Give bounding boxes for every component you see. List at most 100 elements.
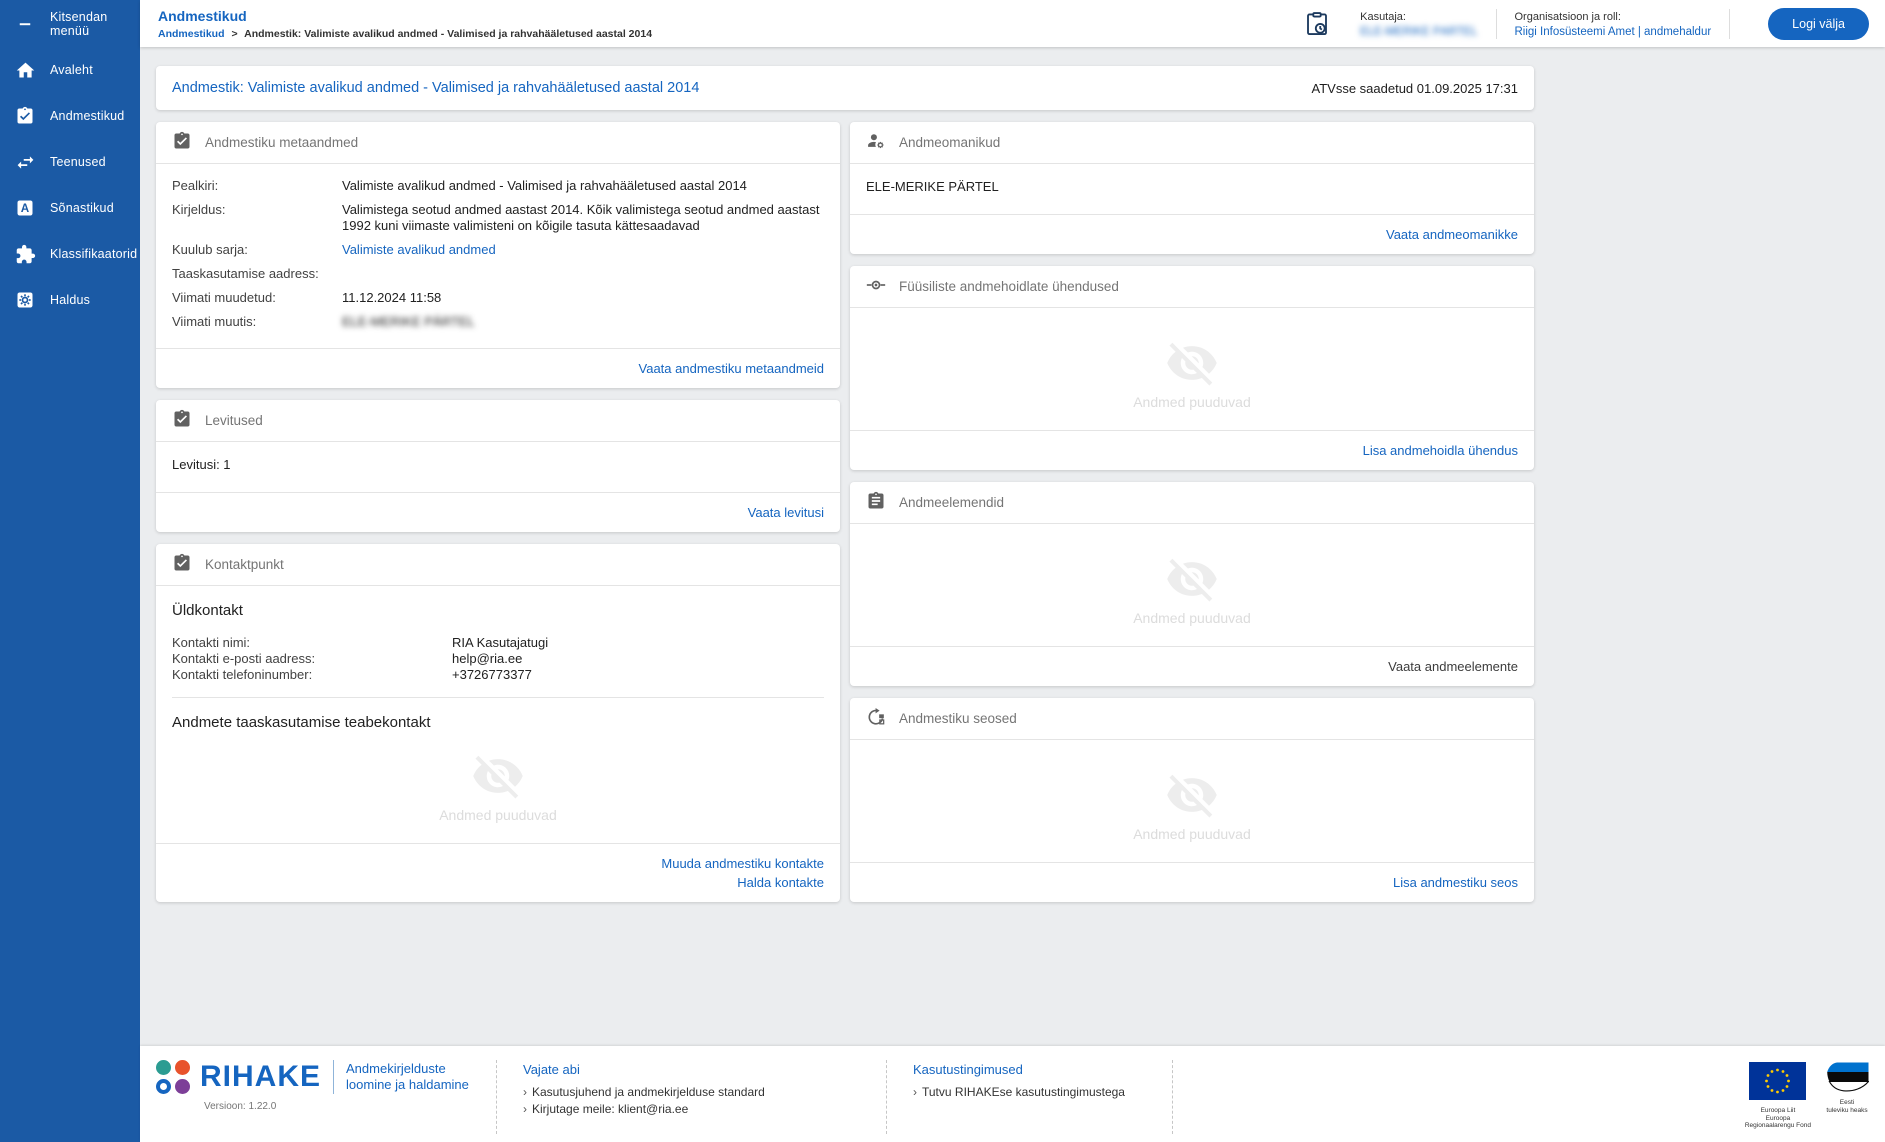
- eye-off-icon: [1167, 342, 1217, 386]
- dataset-relations-card: Andmestiku seosed Andmed puuduvad Lisa a…: [850, 698, 1534, 902]
- eu-logo-caption: Euroopa Liit Euroopa Regionaalarengu Fon…: [1744, 1107, 1811, 1129]
- field-label: Kontakti e-posti aadress:: [172, 651, 316, 666]
- user-name: ELE-MERIKE PÄRTEL: [1360, 26, 1478, 38]
- breadcrumb-root-link[interactable]: Andmestikud: [158, 28, 225, 40]
- terms-heading[interactable]: Kasutustingimused: [913, 1062, 1144, 1077]
- owners-card: Andmeomanikud ELE-MERIKE PÄRTEL Vaata an…: [850, 122, 1534, 254]
- eye-off-icon: [1167, 774, 1217, 818]
- manage-contacts-link[interactable]: Halda kontakte: [737, 873, 824, 892]
- topbar-right: Kasutaja: ELE-MERIKE PÄRTEL Organisatsio…: [1304, 0, 1869, 47]
- contact-card: Kontaktpunkt Üldkontakt Kontakti nimi: R…: [156, 544, 840, 902]
- datasets-icon: [13, 106, 37, 126]
- app-root: Kitsendan menüü Avaleht Andmestikud Teen…: [0, 0, 1885, 1142]
- storage-card-footer: Lisa andmehoidla ühendus: [850, 430, 1534, 470]
- field-row: Kontakti e-posti aadress: help@ria.ee: [172, 651, 824, 667]
- sidebar-item-dictionaries[interactable]: A Sõnastikud: [0, 185, 140, 231]
- contact-card-body: Üldkontakt Kontakti nimi: RIA Kasutajatu…: [156, 586, 840, 843]
- organisation-block: Organisatsioon ja roll: Riigi Infosüstee…: [1515, 9, 1712, 38]
- atv-sent-status: ATVsse saadetud 01.09.2025 17:31: [1311, 80, 1518, 96]
- storage-card-header: Füüsiliste andmehoidlate ühendused: [850, 266, 1534, 308]
- sidebar-item-administration[interactable]: Haldus: [0, 277, 140, 323]
- field-label: Pealkiri:: [172, 178, 219, 193]
- view-data-elements-link[interactable]: Vaata andmeelemente: [1388, 657, 1518, 676]
- empty-state-text: Andmed puuduvad: [439, 807, 557, 823]
- connection-node-icon: [866, 275, 886, 298]
- sidebar-item-label: Kitsendan menüü: [50, 10, 108, 38]
- breadcrumb-current: Andmestik: Valimiste avalikud andmed - V…: [244, 28, 653, 40]
- field-value: Valimistega seotud andmed aastast 2014. …: [342, 202, 820, 233]
- field-row: Taaskasutamise aadress:: [172, 266, 824, 282]
- section-title: Andmestikud: [158, 8, 247, 24]
- rihake-logo[interactable]: RIHAKE Andmekirjelduste loomine ja haldam…: [156, 1060, 478, 1094]
- services-icon: [13, 152, 37, 173]
- clipboard-check-icon: [172, 131, 192, 154]
- brand-tagline: Andmekirjelduste loomine ja haldamine: [346, 1061, 469, 1092]
- add-dataset-relation-link[interactable]: Lisa andmestiku seos: [1393, 873, 1518, 892]
- terms-link[interactable]: Tutvu RIHAKEse kasutustingimustega: [913, 1084, 1144, 1101]
- user-label: Kasutaja:: [1360, 11, 1406, 23]
- series-link[interactable]: Valimiste avalikud andmed: [342, 242, 496, 258]
- empty-state-text: Andmed puuduvad: [1133, 394, 1251, 410]
- contact-card-header: Kontaktpunkt: [156, 544, 840, 586]
- view-owners-link[interactable]: Vaata andmeomanikke: [1386, 225, 1518, 244]
- help-link-email[interactable]: Kirjutage meile: klient@ria.ee: [523, 1101, 858, 1118]
- eye-off-icon: [1167, 558, 1217, 602]
- empty-state: Andmed puuduvad: [866, 754, 1518, 852]
- relations-card-header: Andmestiku seosed: [850, 698, 1534, 740]
- main-area: Andmestikud Andmestikud > Andmestik: Val…: [140, 0, 1885, 1142]
- add-storage-connection-link[interactable]: Lisa andmehoidla ühendus: [1363, 441, 1518, 460]
- elements-card-footer: Vaata andmeelemente: [850, 646, 1534, 686]
- sidebar-item-services[interactable]: Teenused: [0, 139, 140, 185]
- field-label: Viimati muudetud:: [172, 290, 276, 305]
- distributions-card-header: Levitused: [156, 400, 840, 442]
- sidebar-item-datasets[interactable]: Andmestikud: [0, 93, 140, 139]
- clipboard-check-icon: [172, 409, 192, 432]
- content-area: Andmestik: Valimiste avalikud andmed - V…: [140, 47, 1885, 1046]
- help-heading[interactable]: Vajate abi: [523, 1062, 858, 1077]
- sidebar-item-classifiers[interactable]: Klassifikaatorid: [0, 231, 140, 277]
- eu-flag-icon: [1749, 1062, 1807, 1100]
- distributions-card: Levitused Levitusi: 1 Vaata levitusi: [156, 400, 840, 532]
- help-link-user-guide[interactable]: Kasutusjuhend ja andmekirjelduse standar…: [523, 1084, 858, 1101]
- edit-contacts-link[interactable]: Muuda andmestiku kontakte: [661, 854, 824, 873]
- card-title: Levitused: [205, 413, 263, 428]
- sidebar-item-collapse-menu[interactable]: Kitsendan menüü: [0, 1, 140, 47]
- owners-card-header: Andmeomanikud: [850, 122, 1534, 164]
- elements-card-body: Andmed puuduvad: [850, 524, 1534, 646]
- field-label: Kirjeldus:: [172, 202, 226, 217]
- eu-regional-fund-logo: Euroopa Liit Euroopa Regionaalarengu Fon…: [1745, 1062, 1811, 1130]
- person-gear-icon: [866, 131, 886, 154]
- storage-card-body: Andmed puuduvad: [850, 308, 1534, 430]
- empty-state: Andmed puuduvad: [172, 735, 824, 833]
- footer-logos: Euroopa Liit Euroopa Regionaalarengu Fon…: [1745, 1062, 1870, 1134]
- footer-help-section: Vajate abi Kasutusjuhend ja andmekirjeld…: [496, 1060, 868, 1134]
- distributions-card-body: Levitusi: 1: [156, 442, 840, 492]
- field-value: +3726773377: [452, 667, 532, 682]
- field-label: Kuulub sarja:: [172, 242, 248, 257]
- view-distributions-link[interactable]: Vaata levitusi: [748, 503, 824, 522]
- topbar-divider: [1729, 8, 1731, 39]
- field-row: Kontakti telefoninumber: +3726773377: [172, 667, 824, 683]
- field-value: 11.12.2024 11:58: [342, 290, 442, 305]
- logout-button[interactable]: Logi välja: [1768, 7, 1869, 40]
- sidebar-item-label: Haldus: [50, 293, 91, 307]
- empty-state: Andmed puuduvad: [866, 538, 1518, 636]
- topbar-left: Andmestikud Andmestikud > Andmestik: Val…: [158, 0, 652, 47]
- sidebar: Kitsendan menüü Avaleht Andmestikud Teen…: [0, 0, 140, 1142]
- footer-terms-section: Kasutustingimused Tutvu RIHAKEse kasutus…: [886, 1060, 1154, 1134]
- home-icon: [13, 60, 37, 81]
- footer-divider: [1172, 1060, 1745, 1134]
- metadata-card-body: Pealkiri: Valimiste avalikud andmed - Va…: [156, 164, 840, 348]
- estonia-logo-caption: Eesti tuleviku heaks: [1826, 1099, 1868, 1114]
- topbar-divider: [1495, 8, 1497, 39]
- rotate-squares-icon: [866, 707, 886, 730]
- dictionaries-icon: A: [13, 198, 37, 218]
- classifiers-icon: [13, 244, 37, 265]
- footer-brand: RIHAKE Andmekirjelduste loomine ja haldam…: [156, 1060, 478, 1134]
- clipboard-clock-icon[interactable]: [1304, 11, 1330, 37]
- right-column: Andmeomanikud ELE-MERIKE PÄRTEL Vaata an…: [850, 122, 1534, 902]
- view-metadata-link[interactable]: Vaata andmestiku metaandmeid: [639, 359, 824, 378]
- sidebar-item-home[interactable]: Avaleht: [0, 47, 140, 93]
- breadcrumb-separator: >: [231, 28, 238, 40]
- sidebar-item-label: Teenused: [50, 155, 106, 169]
